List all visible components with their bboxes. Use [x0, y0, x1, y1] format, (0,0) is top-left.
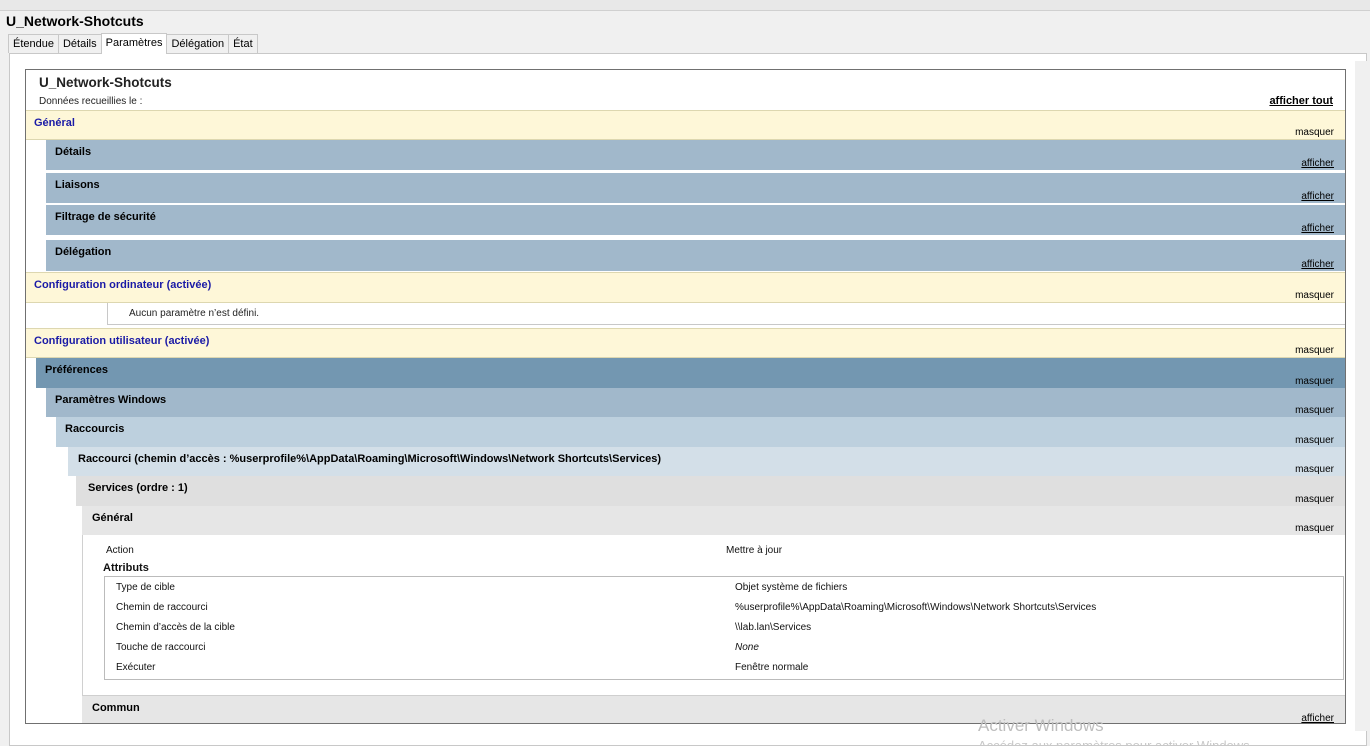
- section-services-label: Services (ordre : 1): [88, 482, 188, 494]
- tab-scope[interactable]: Étendue: [8, 34, 59, 53]
- hide-toggle[interactable]: masquer: [1295, 405, 1334, 416]
- window-title: U_Network-Shotcuts: [6, 13, 144, 29]
- attr-value: %userprofile%\AppData\Roaming\Microsoft\…: [735, 602, 1097, 613]
- section-preferences-label: Préférences: [45, 364, 108, 376]
- section-windows-settings[interactable]: Paramètres Windows masquer: [46, 388, 1345, 417]
- section-general-2[interactable]: Général masquer: [82, 506, 1345, 535]
- hide-toggle[interactable]: masquer: [1295, 435, 1334, 446]
- tab-details[interactable]: Détails: [57, 34, 102, 53]
- attr-value: \\lab.lan\Services: [735, 622, 812, 633]
- section-delegation-label: Délégation: [55, 246, 112, 258]
- hide-toggle[interactable]: masquer: [1295, 376, 1334, 387]
- activation-watermark: Activer Windows: [978, 716, 1104, 735]
- attr-label: Exécuter: [116, 662, 156, 673]
- section-links[interactable]: Liaisons afficher: [46, 173, 1345, 203]
- show-toggle[interactable]: afficher: [1301, 158, 1334, 169]
- section-links-label: Liaisons: [55, 179, 100, 191]
- attr-value: Fenêtre normale: [735, 662, 809, 673]
- section-shortcuts-label: Raccourcis: [65, 423, 125, 435]
- tab-settings[interactable]: Paramètres: [100, 33, 168, 54]
- section-delegation[interactable]: Délégation afficher: [46, 240, 1345, 271]
- activation-watermark-subtext: Accédez aux paramètres pour activer Wind…: [978, 738, 1254, 746]
- hide-toggle[interactable]: masquer: [1295, 290, 1334, 301]
- no-settings-row: Aucun paramètre n’est défini.: [107, 303, 1345, 325]
- tab-status[interactable]: État: [228, 34, 258, 53]
- section-preferences[interactable]: Préférences masquer: [36, 358, 1345, 388]
- section-shortcut-item[interactable]: Raccourci (chemin d’accès : %userprofile…: [68, 447, 1345, 476]
- section-common-label: Commun: [92, 702, 140, 714]
- no-settings-text: Aucun paramètre n’est défini.: [129, 308, 260, 319]
- window-top-edge: [0, 0, 1370, 11]
- section-common[interactable]: Commun afficher: [82, 695, 1345, 723]
- section-general[interactable]: Général masquer: [26, 110, 1345, 140]
- show-toggle[interactable]: afficher: [1301, 223, 1334, 234]
- section-security-label: Filtrage de sécurité: [55, 211, 156, 223]
- section-general-label: Général: [34, 117, 75, 129]
- hide-toggle[interactable]: masquer: [1295, 523, 1334, 534]
- attributes-table: Type de cible Objet système de fichiers …: [104, 576, 1344, 680]
- action-value: Mettre à jour: [726, 545, 783, 556]
- hide-toggle[interactable]: masquer: [1295, 127, 1334, 138]
- hide-toggle[interactable]: masquer: [1295, 494, 1334, 505]
- section-user-config[interactable]: Configuration utilisateur (activée) masq…: [26, 328, 1345, 358]
- tab-strip: Étendue Détails Paramètres Délégation Ét…: [8, 33, 258, 54]
- show-toggle[interactable]: afficher: [1301, 191, 1334, 202]
- show-toggle[interactable]: afficher: [1301, 713, 1334, 723]
- section-details[interactable]: Détails afficher: [46, 140, 1345, 170]
- tab-delegation[interactable]: Délégation: [166, 34, 230, 53]
- section-user-config-label: Configuration utilisateur (activée): [34, 335, 210, 347]
- hide-toggle[interactable]: masquer: [1295, 464, 1334, 475]
- report-title: U_Network-Shotcuts: [39, 75, 172, 90]
- hide-toggle[interactable]: masquer: [1295, 345, 1334, 356]
- settings-report: U_Network-Shotcuts Données recueillies l…: [25, 69, 1346, 724]
- section-shortcut-path-label: Raccourci (chemin d’accès : %userprofile…: [78, 453, 662, 465]
- show-all-link[interactable]: afficher tout: [1269, 95, 1333, 107]
- attr-label: Chemin de raccourci: [116, 602, 208, 613]
- section-windows-settings-label: Paramètres Windows: [55, 394, 167, 406]
- section-general-2-label: Général: [92, 512, 133, 524]
- attr-label: Touche de raccourci: [116, 642, 206, 653]
- section-security-filtering[interactable]: Filtrage de sécurité afficher: [46, 205, 1345, 235]
- section-computer-config[interactable]: Configuration ordinateur (activée) masqu…: [26, 272, 1345, 303]
- section-shortcuts[interactable]: Raccourcis masquer: [56, 417, 1345, 447]
- attributes-heading: Attributs: [103, 562, 149, 574]
- action-label: Action: [106, 545, 134, 556]
- attr-value: Objet système de fichiers: [735, 582, 848, 593]
- section-services[interactable]: Services (ordre : 1) masquer: [76, 476, 1345, 506]
- show-toggle[interactable]: afficher: [1301, 259, 1334, 270]
- attr-label: Chemin d’accès de la cible: [116, 622, 235, 633]
- report-subtitle: Données recueillies le :: [39, 96, 143, 107]
- attr-label: Type de cible: [116, 582, 175, 593]
- attr-value: None: [735, 642, 759, 653]
- vertical-scrollbar[interactable]: [1355, 61, 1369, 731]
- section-details-label: Détails: [55, 146, 92, 158]
- section-computer-config-label: Configuration ordinateur (activée): [34, 279, 212, 291]
